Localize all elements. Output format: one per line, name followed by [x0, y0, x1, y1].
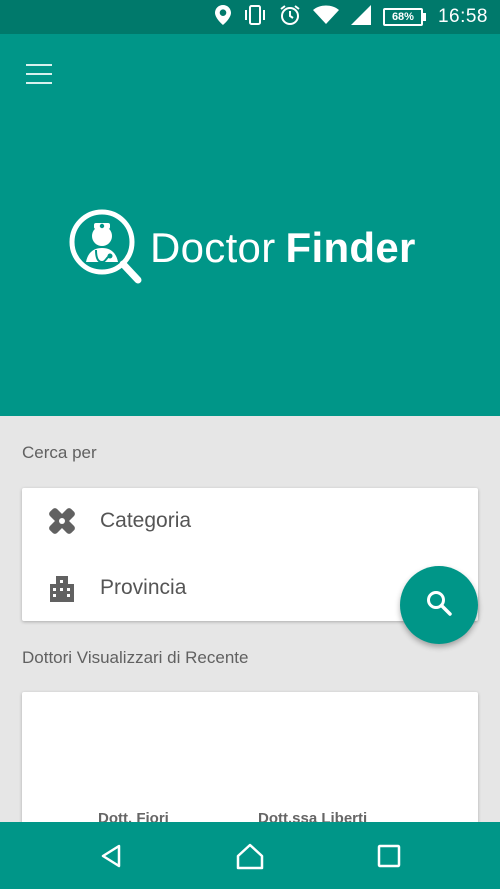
signal-icon	[350, 5, 371, 29]
back-button[interactable]	[95, 840, 127, 872]
app-header: Doctor Finder	[0, 34, 500, 416]
app-logo: Doctor Finder	[66, 206, 416, 290]
category-label: Categoria	[100, 509, 192, 532]
location-icon	[214, 5, 231, 29]
app-title: Doctor Finder	[150, 224, 416, 272]
city-icon	[44, 574, 80, 602]
navigation-bar	[0, 822, 500, 889]
search-fab-button[interactable]	[400, 566, 478, 644]
recent-doctors-label: Dottori Visualizzari di Recente	[22, 648, 249, 667]
search-section-label: Cerca per	[22, 443, 97, 462]
recents-button[interactable]	[373, 840, 405, 872]
doctor-magnifier-icon	[66, 206, 146, 290]
alarm-icon	[279, 4, 301, 30]
wifi-icon	[312, 5, 339, 29]
vibrate-icon	[243, 5, 267, 29]
app-title-word-1: Doctor	[150, 224, 276, 271]
home-button[interactable]	[234, 840, 266, 872]
province-label: Provincia	[100, 576, 187, 599]
clock: 16:58	[437, 6, 488, 27]
app-title-word-2: Finder	[285, 224, 416, 271]
search-icon	[425, 589, 453, 621]
bandage-icon	[44, 506, 80, 536]
search-by-category[interactable]: Categoria	[22, 488, 478, 554]
battery-indicator: 68%	[382, 8, 426, 26]
battery-level: 68%	[382, 8, 423, 26]
status-bar: 68% 16:58	[0, 0, 500, 34]
menu-icon[interactable]	[26, 64, 52, 84]
